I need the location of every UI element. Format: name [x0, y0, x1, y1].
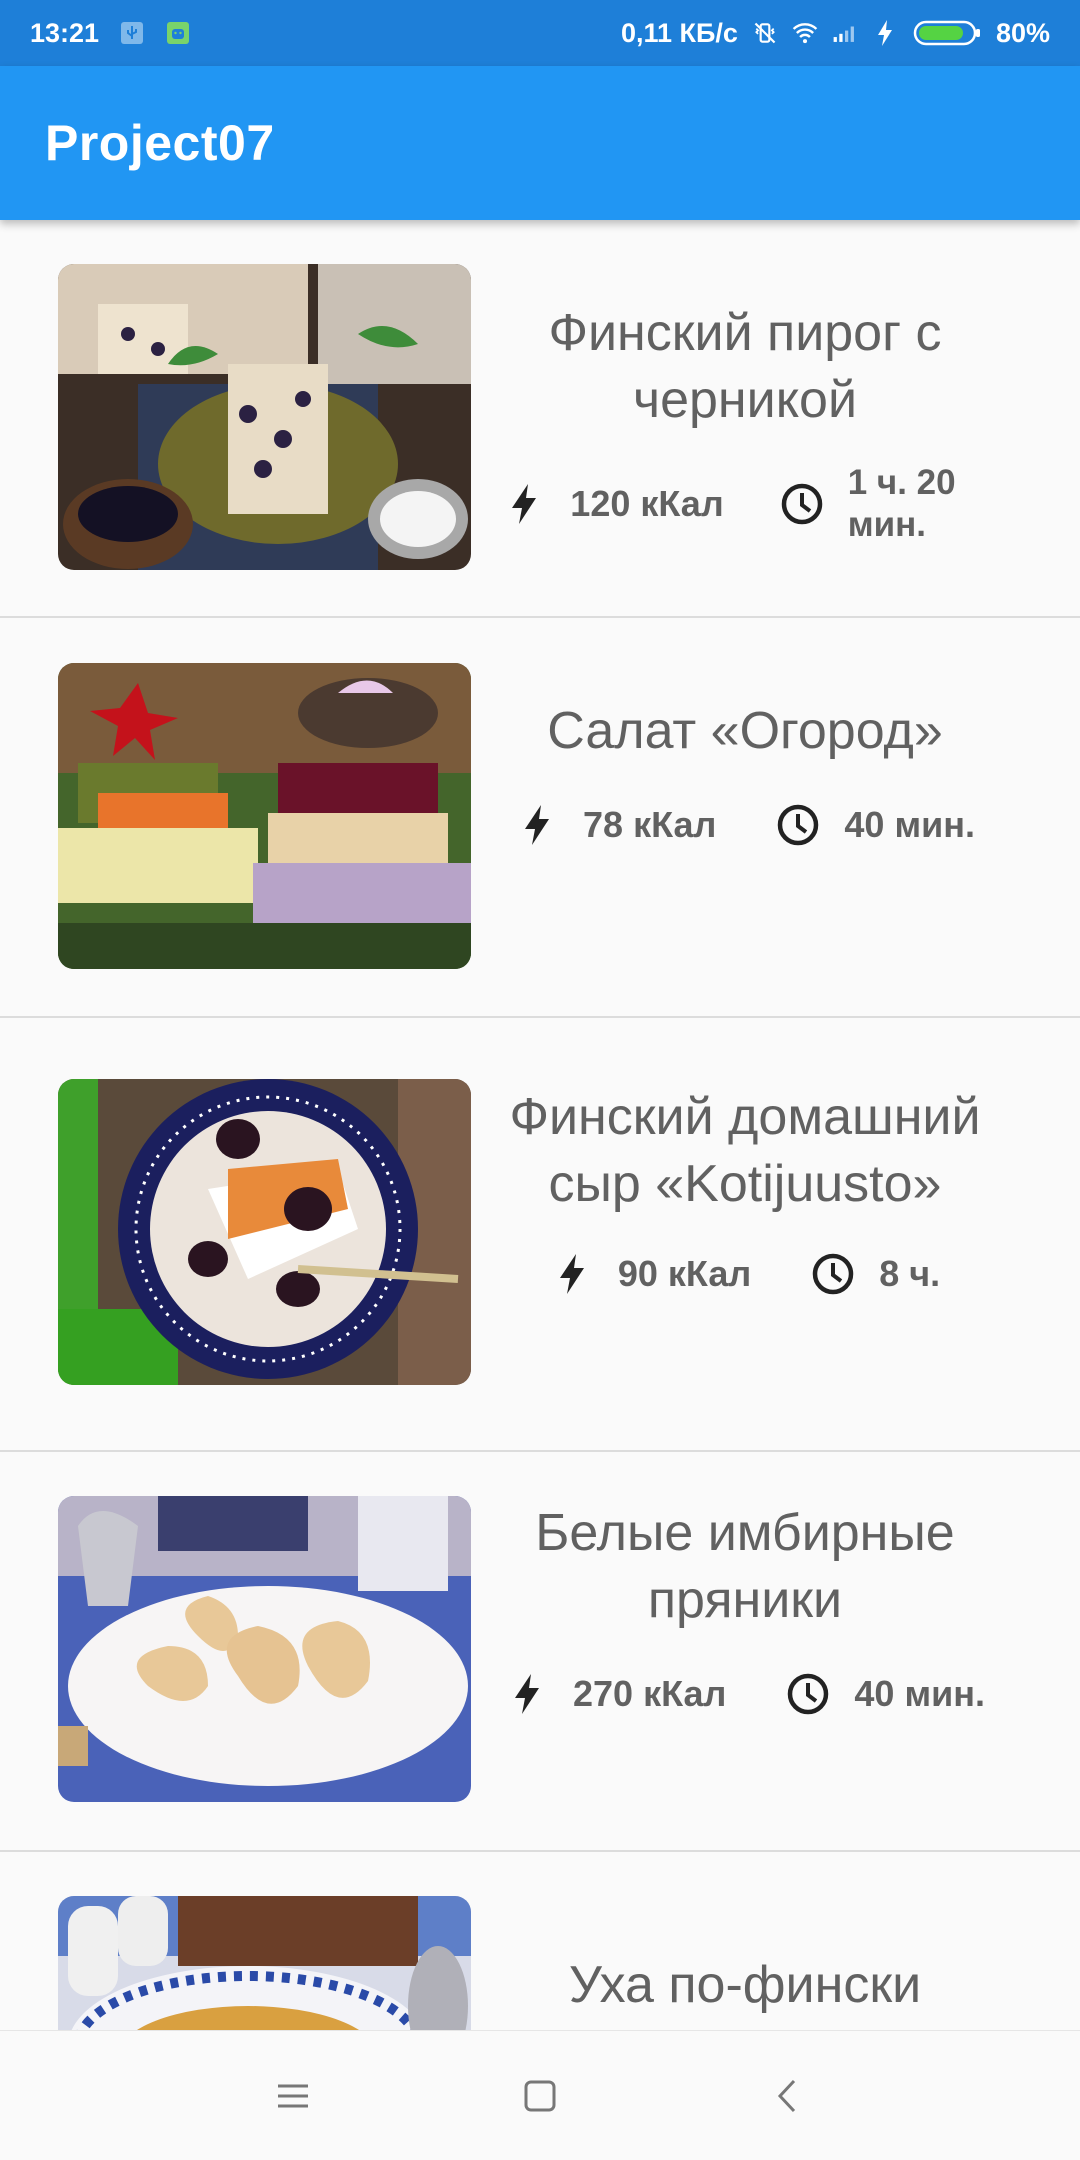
clock-icon — [811, 1252, 855, 1296]
wifi-icon — [792, 20, 818, 46]
list-item[interactable]: Уха по-фински — [0, 1852, 1080, 2030]
back-chevron-icon[interactable] — [757, 2066, 817, 2126]
recipe-title: Салат «Огород» — [547, 702, 943, 760]
recipe-info: Салат «Огород» 78 кКал 40 мин. — [490, 698, 1000, 847]
list-item[interactable]: Финский домашний сыр «Kotijuusto» 90 кКа… — [0, 1018, 1080, 1452]
time-item: 1 ч. 20 мин. — [780, 462, 988, 546]
recipe-info: Финский пирог с черникой 120 кКал 1 ч. 2… — [490, 300, 1000, 546]
recipe-info: Белые имбирные пряники 270 кКал 40 мин. — [490, 1500, 1000, 1716]
battery-icon — [912, 20, 982, 46]
recipe-title: Финский домашний сыр «Kotijuusto» — [509, 1088, 981, 1213]
battery-percent: 80% — [995, 17, 1050, 48]
time-label: 1 ч. 20 мин. — [847, 463, 956, 544]
lightning-icon — [515, 803, 559, 847]
time-label: 40 мин. — [844, 804, 975, 845]
recipe-meta: 270 кКал 40 мин. — [505, 1672, 985, 1716]
time-label: 8 ч. — [879, 1253, 941, 1294]
calories-label: 90 кКал — [617, 1253, 752, 1294]
clock-icon — [780, 482, 824, 526]
recipe-title: Финский пирог с черникой — [548, 304, 942, 429]
clock-icon — [786, 1672, 830, 1716]
recipe-list[interactable]: Финский пирог с черникой 120 кКал 1 ч. 2… — [0, 220, 1080, 2030]
vegetable-salad-photo — [58, 663, 471, 969]
recipe-info: Финский домашний сыр «Kotijuusto» 90 кКа… — [490, 1084, 1000, 1296]
time-item: 40 мин. — [786, 1672, 985, 1716]
app-bar: Project07 — [0, 66, 1080, 220]
charging-icon — [872, 20, 898, 46]
recipe-meta: 90 кКал 8 ч. — [550, 1252, 940, 1296]
calories-item: 78 кКал — [515, 803, 716, 847]
calories-item: 90 кКал — [550, 1252, 751, 1296]
lightning-icon — [505, 1672, 549, 1716]
list-item[interactable]: Финский пирог с черникой 120 кКал 1 ч. 2… — [0, 220, 1080, 618]
status-time: 13:21 — [30, 17, 100, 48]
status-bar: 13:21 0,11 КБ/с 80% — [0, 0, 1080, 66]
lightning-icon — [502, 482, 546, 526]
recipe-title: Белые имбирные пряники — [535, 1504, 955, 1629]
home-square-icon[interactable] — [510, 2066, 570, 2126]
calories-label: 78 кКал — [583, 804, 717, 845]
recipe-info: Уха по-фински — [490, 1952, 1000, 2019]
android-debug-icon — [165, 20, 191, 46]
time-item: 8 ч. — [811, 1252, 940, 1296]
vibrate-icon — [752, 20, 778, 46]
calories-item: 270 кКал — [505, 1672, 726, 1716]
app-title: Project07 — [45, 115, 275, 171]
calories-item: 120 кКал — [502, 482, 724, 526]
ginger-cookies-photo — [58, 1496, 471, 1802]
list-item[interactable]: Белые имбирные пряники 270 кКал 40 мин. — [0, 1452, 1080, 1852]
recipe-meta: 120 кКал 1 ч. 20 мин. — [502, 462, 987, 546]
menu-icon[interactable] — [263, 2066, 323, 2126]
list-item[interactable]: Салат «Огород» 78 кКал 40 мин. — [0, 618, 1080, 1018]
recipe-meta: 78 кКал 40 мин. — [515, 803, 975, 847]
navigation-bar — [0, 2030, 1080, 2160]
calories-label: 270 кКал — [573, 1673, 727, 1714]
lightning-icon — [550, 1252, 594, 1296]
network-speed: 0,11 КБ/с — [620, 17, 738, 48]
time-label: 40 мин. — [854, 1673, 985, 1714]
homemade-cheese-photo — [58, 1079, 471, 1385]
calories-label: 120 кКал — [570, 483, 724, 524]
clock-icon — [776, 803, 820, 847]
usb-icon — [119, 20, 145, 46]
blueberry-pie-photo — [58, 264, 471, 570]
time-item: 40 мин. — [776, 803, 975, 847]
signal-icon — [832, 20, 858, 46]
fish-soup-photo — [58, 1896, 471, 2030]
recipe-title: Уха по-фински — [568, 1956, 922, 2014]
